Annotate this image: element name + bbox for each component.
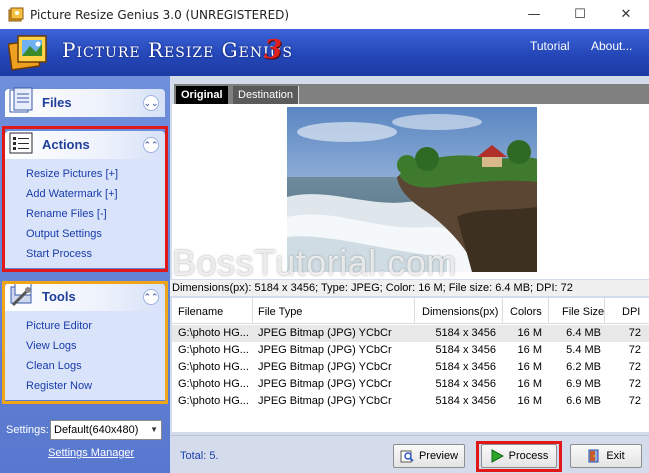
table-row[interactable]: G:\photo HG... JPEG Bitmap (JPG) YCbCr 518… — [172, 342, 649, 359]
about-link[interactable]: About... — [591, 39, 632, 53]
cell-colors: 16 M — [517, 361, 542, 373]
window-title: Picture Resize Genius 3.0 (UNREGISTERED) — [30, 7, 290, 22]
watermark-text: BossTutorial.com — [172, 242, 457, 283]
bottom-bar: Total: 5. Preview Process Exit — [170, 435, 649, 473]
cell-file-size: 6.2 MB — [566, 361, 601, 373]
process-highlight-box — [476, 441, 562, 472]
cell-file-size: 6.6 MB — [566, 395, 601, 407]
maximize-button[interactable]: ☐ — [557, 0, 603, 29]
app-logo-icon — [7, 32, 50, 72]
cell-file-size: 5.4 MB — [566, 344, 601, 356]
close-button[interactable]: ✕ — [603, 0, 649, 29]
cell-file-type: JPEG Bitmap (JPG) YCbCr — [258, 395, 392, 407]
table-header: Filename File Type Dimensions(px) Colors… — [172, 298, 649, 324]
column-divider[interactable] — [604, 298, 605, 324]
table-row[interactable]: G:\photo HG... JPEG Bitmap (JPG) YCbCr 518… — [172, 325, 649, 342]
app-icon — [8, 7, 24, 23]
preview-icon — [400, 449, 414, 463]
cell-colors: 16 M — [517, 344, 542, 356]
files-icon — [7, 85, 37, 115]
settings-select[interactable]: Default(640x480) ▼ — [50, 420, 162, 440]
cell-dpi: 72 — [628, 361, 641, 373]
column-divider[interactable] — [502, 298, 503, 324]
table-row[interactable]: G:\photo HG... JPEG Bitmap (JPG) YCbCr 518… — [172, 359, 649, 376]
cell-filename: G:\photo HG... — [178, 327, 249, 339]
files-panel-title: Files — [42, 95, 72, 110]
cell-file-type: JPEG Bitmap (JPG) YCbCr — [258, 361, 392, 373]
preview-button-label: Preview — [418, 450, 459, 462]
table-row[interactable]: G:\photo HG... JPEG Bitmap (JPG) YCbCr 518… — [172, 376, 649, 393]
preview-button[interactable]: Preview — [393, 444, 465, 468]
cell-dimensions: 5184 x 3456 — [435, 361, 496, 373]
cell-filename: G:\photo HG... — [178, 395, 249, 407]
column-divider[interactable] — [414, 298, 415, 324]
exit-button[interactable]: Exit — [570, 444, 642, 468]
column-header-dpi[interactable]: DPI — [622, 306, 640, 318]
cell-dimensions: 5184 x 3456 — [435, 327, 496, 339]
cell-colors: 16 M — [517, 378, 542, 390]
cell-file-size: 6.4 MB — [566, 327, 601, 339]
file-table: Filename File Type Dimensions(px) Colors… — [172, 298, 649, 432]
sidebar: Files ⌄⌄ Actions ⌃⌃ Resize Pictures [+] — [0, 76, 170, 473]
chevron-down-icon[interactable]: ⌄⌄ — [143, 95, 159, 111]
cell-dimensions: 5184 x 3456 — [435, 344, 496, 356]
column-header-colors[interactable]: Colors — [510, 306, 542, 318]
settings-manager-link[interactable]: Settings Manager — [48, 447, 134, 459]
banner-version: 3 — [264, 35, 283, 65]
image-info-line: Dimensions(px): 5184 x 3456; Type: JPEG;… — [170, 280, 649, 296]
cell-dpi: 72 — [628, 327, 641, 339]
table-row[interactable]: G:\photo HG... JPEG Bitmap (JPG) YCbCr 518… — [172, 393, 649, 410]
actions-highlight-box — [2, 126, 168, 272]
chevron-down-icon: ▼ — [150, 425, 158, 434]
app-banner: Picture Resize Genius 3 Tutorial About..… — [0, 29, 649, 76]
exit-door-icon — [587, 449, 601, 463]
column-header-file-size[interactable]: File Size — [562, 306, 604, 318]
column-divider[interactable] — [252, 298, 253, 324]
banner-title: Picture Resize Genius — [62, 38, 294, 62]
column-header-filename[interactable]: Filename — [178, 306, 223, 318]
tab-bar: Original Destination — [174, 84, 649, 104]
settings-select-value: Default(640x480) — [54, 424, 139, 436]
exit-button-label: Exit — [606, 450, 625, 462]
tab-destination[interactable]: Destination — [233, 86, 300, 104]
tab-original[interactable]: Original — [176, 86, 228, 104]
cell-file-type: JPEG Bitmap (JPG) YCbCr — [258, 378, 392, 390]
files-panel-header[interactable]: Files ⌄⌄ — [5, 87, 165, 117]
settings-label: Settings: — [6, 424, 49, 436]
cell-dimensions: 5184 x 3456 — [435, 395, 496, 407]
cell-file-size: 6.9 MB — [566, 378, 601, 390]
cell-file-type: JPEG Bitmap (JPG) YCbCr — [258, 327, 392, 339]
cell-colors: 16 M — [517, 327, 542, 339]
column-header-dimensions[interactable]: Dimensions(px) — [422, 306, 498, 318]
cell-colors: 16 M — [517, 395, 542, 407]
image-preview: BossTutorial.com — [172, 104, 649, 283]
cell-dimensions: 5184 x 3456 — [435, 378, 496, 390]
tools-highlight-box — [2, 281, 168, 404]
total-count: Total: 5. — [180, 450, 219, 462]
cell-dpi: 72 — [628, 344, 641, 356]
cell-filename: G:\photo HG... — [178, 361, 249, 373]
cell-filename: G:\photo HG... — [178, 378, 249, 390]
column-divider[interactable] — [548, 298, 549, 324]
title-bar: Picture Resize Genius 3.0 (UNREGISTERED)… — [0, 0, 649, 29]
column-header-file-type[interactable]: File Type — [258, 306, 302, 318]
main-area: Original Destination BossTutorial.com Di… — [170, 76, 649, 473]
cell-dpi: 72 — [628, 378, 641, 390]
minimize-button[interactable]: — — [511, 0, 557, 29]
app-window: Picture Resize Genius 3.0 (UNREGISTERED)… — [0, 0, 649, 473]
cell-file-type: JPEG Bitmap (JPG) YCbCr — [258, 344, 392, 356]
cell-dpi: 72 — [628, 395, 641, 407]
cell-filename: G:\photo HG... — [178, 344, 249, 356]
tutorial-link[interactable]: Tutorial — [530, 39, 570, 53]
